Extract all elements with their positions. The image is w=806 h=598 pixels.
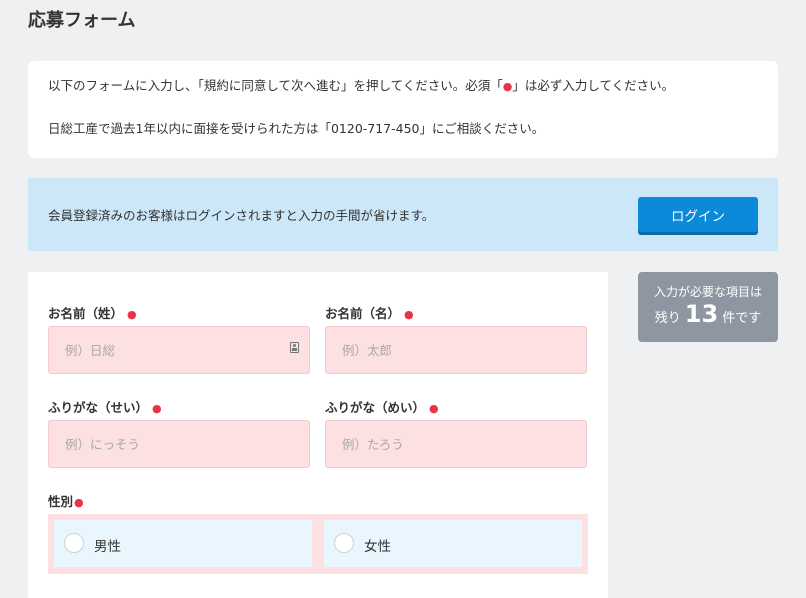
notice-line-1: 以下のフォームに入力し、「規約に同意して次へ進む」を押してください。必須「●」は… (48, 76, 758, 97)
required-dot-icon: ● (404, 308, 414, 321)
remaining-top-text: 入力が必要な項目は (653, 285, 762, 299)
gender-label: 性別● (48, 491, 84, 510)
gender-option-label: 男性 (94, 539, 121, 555)
instructions-notice: 以下のフォームに入力し、「規約に同意して次へ進む」を押してください。必須「●」は… (28, 61, 778, 158)
last-kana-label: ふりがな（せい） ● (48, 397, 162, 416)
required-dot-icon: ● (502, 80, 513, 93)
first-kana-input[interactable] (325, 420, 587, 468)
radio-button[interactable] (334, 533, 354, 553)
last-name-label: お名前（姓） ● (48, 303, 137, 322)
notice-text-after: 」は必ず入力してください。 (512, 78, 675, 93)
contact-card-icon[interactable] (290, 342, 299, 353)
gender-option-female[interactable]: 女性 (324, 520, 582, 567)
last-name-label-text: お名前（姓） (48, 306, 124, 321)
login-banner: 会員登録済みのお客様はログインされますと入力の手間が省けます。 ログイン (28, 178, 778, 251)
page-title: 応募フォーム (28, 10, 136, 31)
remaining-prefix: 残り (654, 311, 681, 326)
required-dot-icon: ● (429, 402, 439, 415)
gender-option-label: 女性 (364, 539, 391, 555)
notice-text-before: 以下のフォームに入力し、「規約に同意して次へ進む」を押してください。必須「 (48, 78, 503, 93)
required-dot-icon: ● (74, 496, 84, 509)
radio-button[interactable] (64, 533, 84, 553)
required-dot-icon: ● (152, 402, 162, 415)
gender-label-text: 性別 (48, 494, 74, 509)
remaining-count: 13 (684, 300, 719, 328)
login-message: 会員登録済みのお客様はログインされますと入力の手間が省けます。 (48, 208, 435, 223)
required-dot-icon: ● (127, 308, 137, 321)
gender-option-male[interactable]: 男性 (54, 520, 312, 567)
first-kana-label-text: ふりがな（めい） (325, 400, 426, 415)
first-name-label-text: お名前（名） (325, 306, 401, 321)
first-kana-label: ふりがな（めい） ● (325, 397, 439, 416)
last-kana-label-text: ふりがな（せい） (48, 400, 149, 415)
first-name-label: お名前（名） ● (325, 303, 414, 322)
remaining-count-line: 残り 13 件です (638, 300, 778, 328)
last-kana-input[interactable] (48, 420, 310, 468)
notice-line-2: 日総工産で過去1年以内に面接を受けられた方は「0120-717-450」にご相談… (48, 121, 545, 136)
login-button[interactable]: ログイン (638, 197, 758, 232)
remaining-suffix: 件です (722, 311, 762, 326)
application-form: お名前（姓）● お名前（名）● ふりがな（せい）● ふりがな（めい）● 性別● … (28, 272, 608, 598)
remaining-fields-badge: 入力が必要な項目は 残り 13 件です (638, 272, 778, 342)
first-name-input[interactable] (325, 326, 587, 374)
gender-radio-group: 男性 女性 (48, 514, 588, 574)
last-name-input[interactable] (48, 326, 310, 374)
